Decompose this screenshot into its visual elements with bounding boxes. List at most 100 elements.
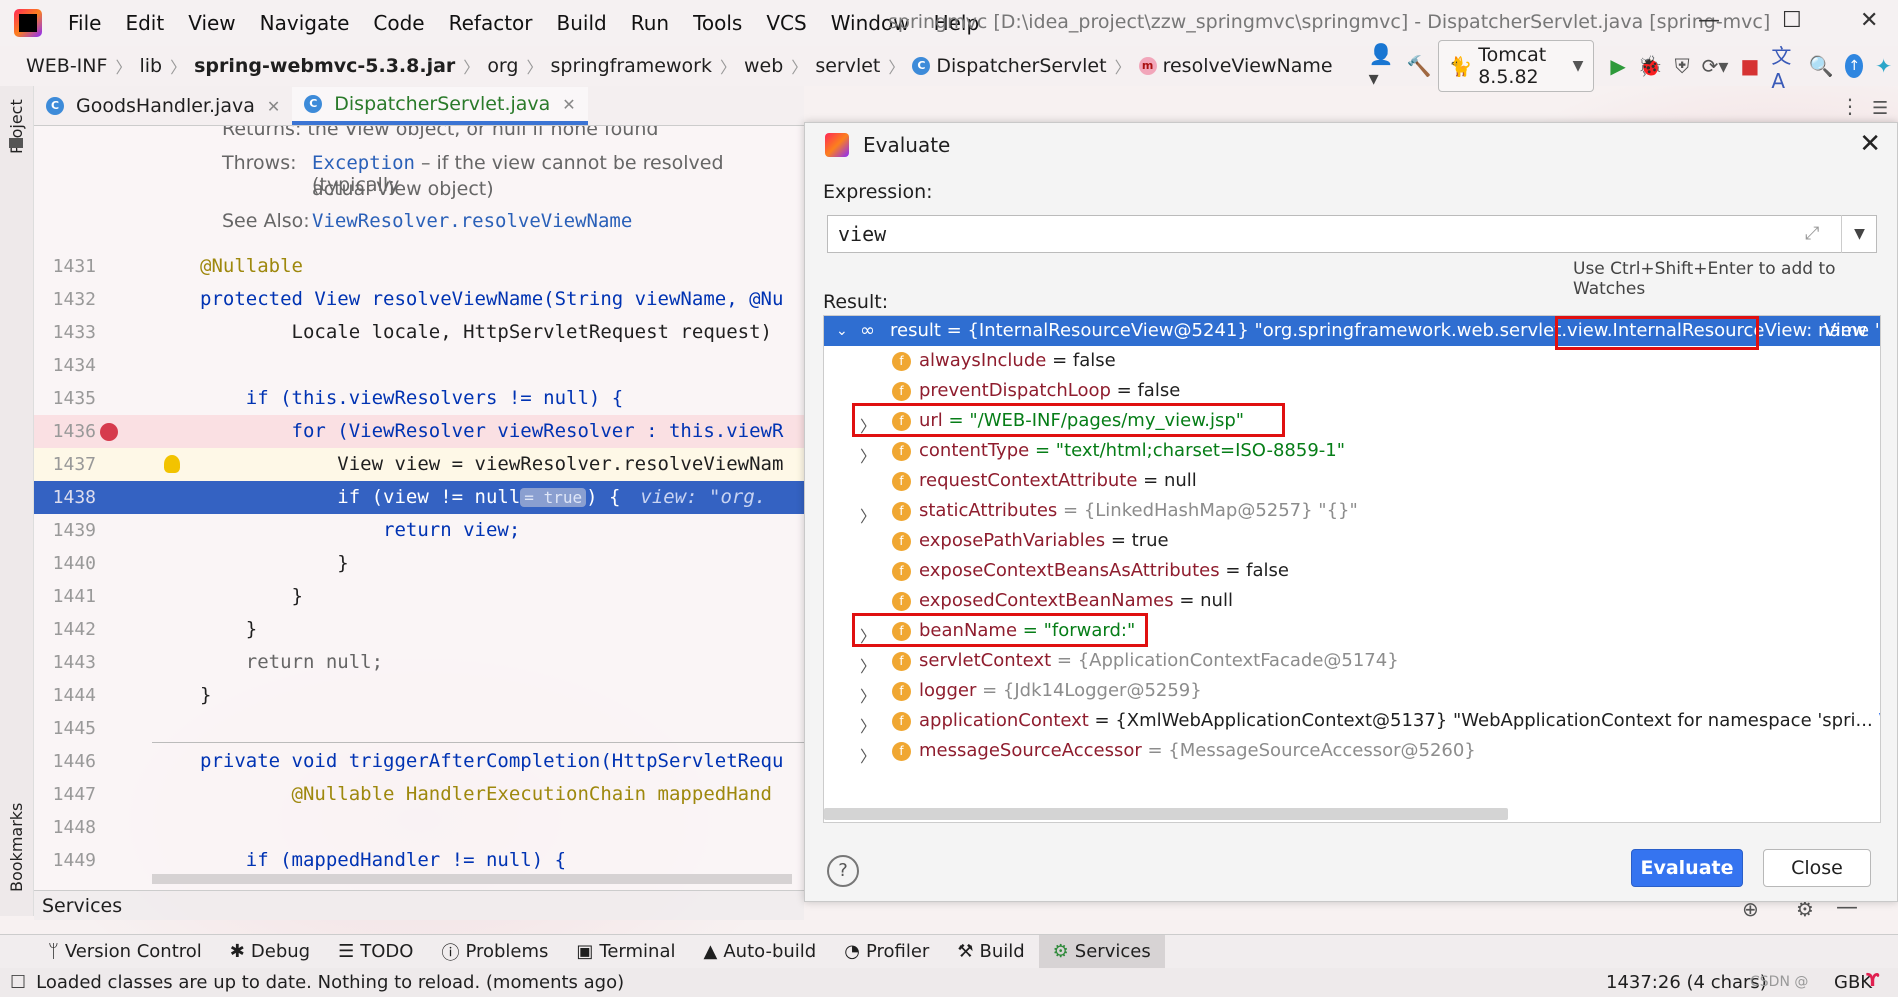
field-row[interactable]: f servletContext = {ApplicationContextFac… <box>892 646 1399 676</box>
tool-build[interactable]: ⚒ Build <box>943 935 1038 969</box>
tool-todo[interactable]: ☰ TODO <box>324 935 427 969</box>
database-icon[interactable]: ☰ <box>1872 98 1888 119</box>
minimize-icon[interactable]: — <box>1698 8 1720 33</box>
tool-terminal[interactable]: ▣ Terminal <box>562 935 689 969</box>
menu-build[interactable]: Build <box>545 11 619 35</box>
crumb-org[interactable]: org <box>487 55 518 77</box>
caret-position[interactable]: 1437:26 (4 chars) <box>1606 972 1767 993</box>
close-button[interactable]: Close <box>1763 849 1871 887</box>
close-tab-icon[interactable]: ✕ <box>267 97 280 116</box>
history-dropdown-icon[interactable]: ▼ <box>1841 215 1877 253</box>
status-message[interactable]: Loaded classes are up to date. Nothing t… <box>36 972 624 993</box>
menu-code[interactable]: Code <box>361 11 436 35</box>
lightbulb-icon[interactable] <box>164 455 180 473</box>
horizontal-scrollbar[interactable] <box>152 874 792 884</box>
chevron-right-icon[interactable]: 〉 <box>860 503 876 527</box>
field-row[interactable]: f messageSourceAccessor = {MessageSourceA… <box>892 736 1476 766</box>
tool-problems[interactable]: ⓘ Problems <box>427 935 562 969</box>
build-hammer-icon[interactable]: 🔨 <box>1407 54 1432 78</box>
maximize-icon[interactable]: ☐ <box>1782 8 1802 33</box>
crumb-class[interactable]: DispatcherServlet <box>936 55 1106 77</box>
chevron-right-icon[interactable]: 〉 <box>860 713 876 737</box>
menu-refactor[interactable]: Refactor <box>437 11 545 35</box>
field-row[interactable]: f staticAttributes = {LinkedHashMap@5257}… <box>892 496 1358 526</box>
plugin-logo-icon[interactable]: ϒ <box>1866 970 1879 991</box>
javadoc-returns: Returns: the View object, or null if non… <box>222 126 659 140</box>
menu-file[interactable]: File <box>56 11 113 35</box>
field-row[interactable]: f exposeContextBeansAsAttributes = false <box>892 556 1289 586</box>
close-icon[interactable]: ✕ <box>1859 129 1881 159</box>
field-row[interactable]: f requestContextAttribute = null <box>892 466 1197 496</box>
menu-tools[interactable]: Tools <box>681 11 754 35</box>
field-row[interactable]: f contentType = "text/html;charset=ISO-88… <box>892 436 1345 466</box>
code-line: 1449 if (mappedHandler != null) { <box>34 844 804 877</box>
coverage-icon[interactable]: ⛨ <box>1675 54 1690 78</box>
chevron-down-icon[interactable]: ⌄ <box>836 316 848 346</box>
exception-link[interactable]: Exception <box>312 152 415 174</box>
field-row[interactable]: f exposePathVariables = true <box>892 526 1169 556</box>
line-number: 1440 <box>52 553 96 574</box>
update-icon[interactable]: ↑ <box>1845 54 1864 78</box>
line-number: 1438 <box>52 487 96 508</box>
tool-version-control[interactable]: ᛘ Version Control <box>34 935 216 969</box>
chevron-right-icon[interactable]: 〉 <box>860 443 876 467</box>
horizontal-scrollbar[interactable] <box>824 808 1508 820</box>
debug-icon[interactable]: 🐞 <box>1638 54 1663 78</box>
menu-vcs[interactable]: VCS <box>754 11 818 35</box>
crumb-lib[interactable]: lib <box>139 55 162 77</box>
close-tab-icon[interactable]: ✕ <box>562 95 575 114</box>
close-window-icon[interactable]: ✕ <box>1860 8 1878 33</box>
crumb-web-inf[interactable]: WEB-INF <box>26 55 107 77</box>
user-icon[interactable]: 👤▾ <box>1369 42 1395 90</box>
field-row[interactable]: f alwaysInclude = false <box>892 346 1116 376</box>
tab-goodshandler[interactable]: C GoodsHandler.java ✕ <box>34 87 292 125</box>
menu-view[interactable]: View <box>176 11 247 35</box>
run-config-selector[interactable]: 🐈 Tomcat 8.5.82 ▼ <box>1437 40 1595 92</box>
method-separator <box>152 742 804 743</box>
crumb-springframework[interactable]: springframework <box>551 55 712 77</box>
run-icon[interactable]: ▶ <box>1610 54 1625 78</box>
tool-services[interactable]: ⚙ Services <box>1038 934 1165 969</box>
crumb-jar[interactable]: spring-webmvc-5.3.8.jar <box>194 55 455 77</box>
expression-input[interactable]: view <box>827 215 1877 253</box>
status-bar: ☐ Loaded classes are up to date. Nothing… <box>0 968 1898 997</box>
profile-icon[interactable]: ⟳▾ <box>1702 54 1729 78</box>
help-icon[interactable]: ? <box>827 855 859 887</box>
field-row[interactable]: f exposedContextBeanNames = null <box>892 586 1233 616</box>
chevron-right-icon[interactable]: 〉 <box>860 653 876 677</box>
javadoc-throws-label: Throws: <box>222 152 297 174</box>
plugin-icon[interactable]: ✦ <box>1875 54 1892 78</box>
tool-debug[interactable]: ✱ Debug <box>216 935 324 969</box>
crumb-method[interactable]: resolveViewName <box>1163 55 1333 77</box>
crumb-servlet[interactable]: servlet <box>815 55 880 77</box>
tab-dispatcherservlet[interactable]: C DispatcherServlet.java ✕ <box>292 87 588 125</box>
chevron-right-icon[interactable]: 〉 <box>860 743 876 767</box>
view-link[interactable]: View <box>1879 710 1880 731</box>
tool-auto-build[interactable]: ▲ Auto-build <box>690 935 831 969</box>
menu-run[interactable]: Run <box>619 11 681 35</box>
menu-edit[interactable]: Edit <box>113 11 176 35</box>
search-icon[interactable]: 🔍 <box>1808 54 1833 78</box>
menu-navigate[interactable]: Navigate <box>248 11 362 35</box>
result-tree[interactable]: ⌄ ∞ result = {InternalResourceView@5241}… <box>823 315 1881 823</box>
seealso-link[interactable]: ViewResolver.resolveViewName <box>312 210 632 232</box>
expand-icon[interactable]: ⤢ <box>1805 223 1819 244</box>
panel-toggle-icon[interactable]: ☐ <box>10 972 26 993</box>
stop-icon[interactable]: ■ <box>1740 54 1759 78</box>
evaluate-button[interactable]: Evaluate <box>1631 849 1743 887</box>
code-text: } <box>200 684 212 706</box>
crumb-web[interactable]: web <box>744 55 783 77</box>
chevron-right-icon[interactable]: 〉 <box>860 683 876 707</box>
field-icon: f <box>892 381 911 401</box>
line-number: 1448 <box>52 817 96 838</box>
bookmarks-tool-tab[interactable]: Bookmarks <box>7 803 26 892</box>
field-row[interactable]: f applicationContext = {XmlWebApplication… <box>892 706 1880 736</box>
field-row[interactable]: f preventDispatchLoop = false <box>892 376 1180 406</box>
more-options-icon[interactable]: ⋮ <box>1840 94 1860 118</box>
breakpoint-icon[interactable] <box>100 423 118 441</box>
code-editor[interactable]: Returns: the View object, or null if non… <box>34 126 804 890</box>
view-link[interactable]: View <box>1824 316 1867 346</box>
field-row[interactable]: f logger = {Jdk14Logger@5259} <box>892 676 1202 706</box>
translate-icon[interactable]: 文A <box>1771 40 1796 93</box>
tool-profiler[interactable]: ◔ Profiler <box>830 935 943 969</box>
